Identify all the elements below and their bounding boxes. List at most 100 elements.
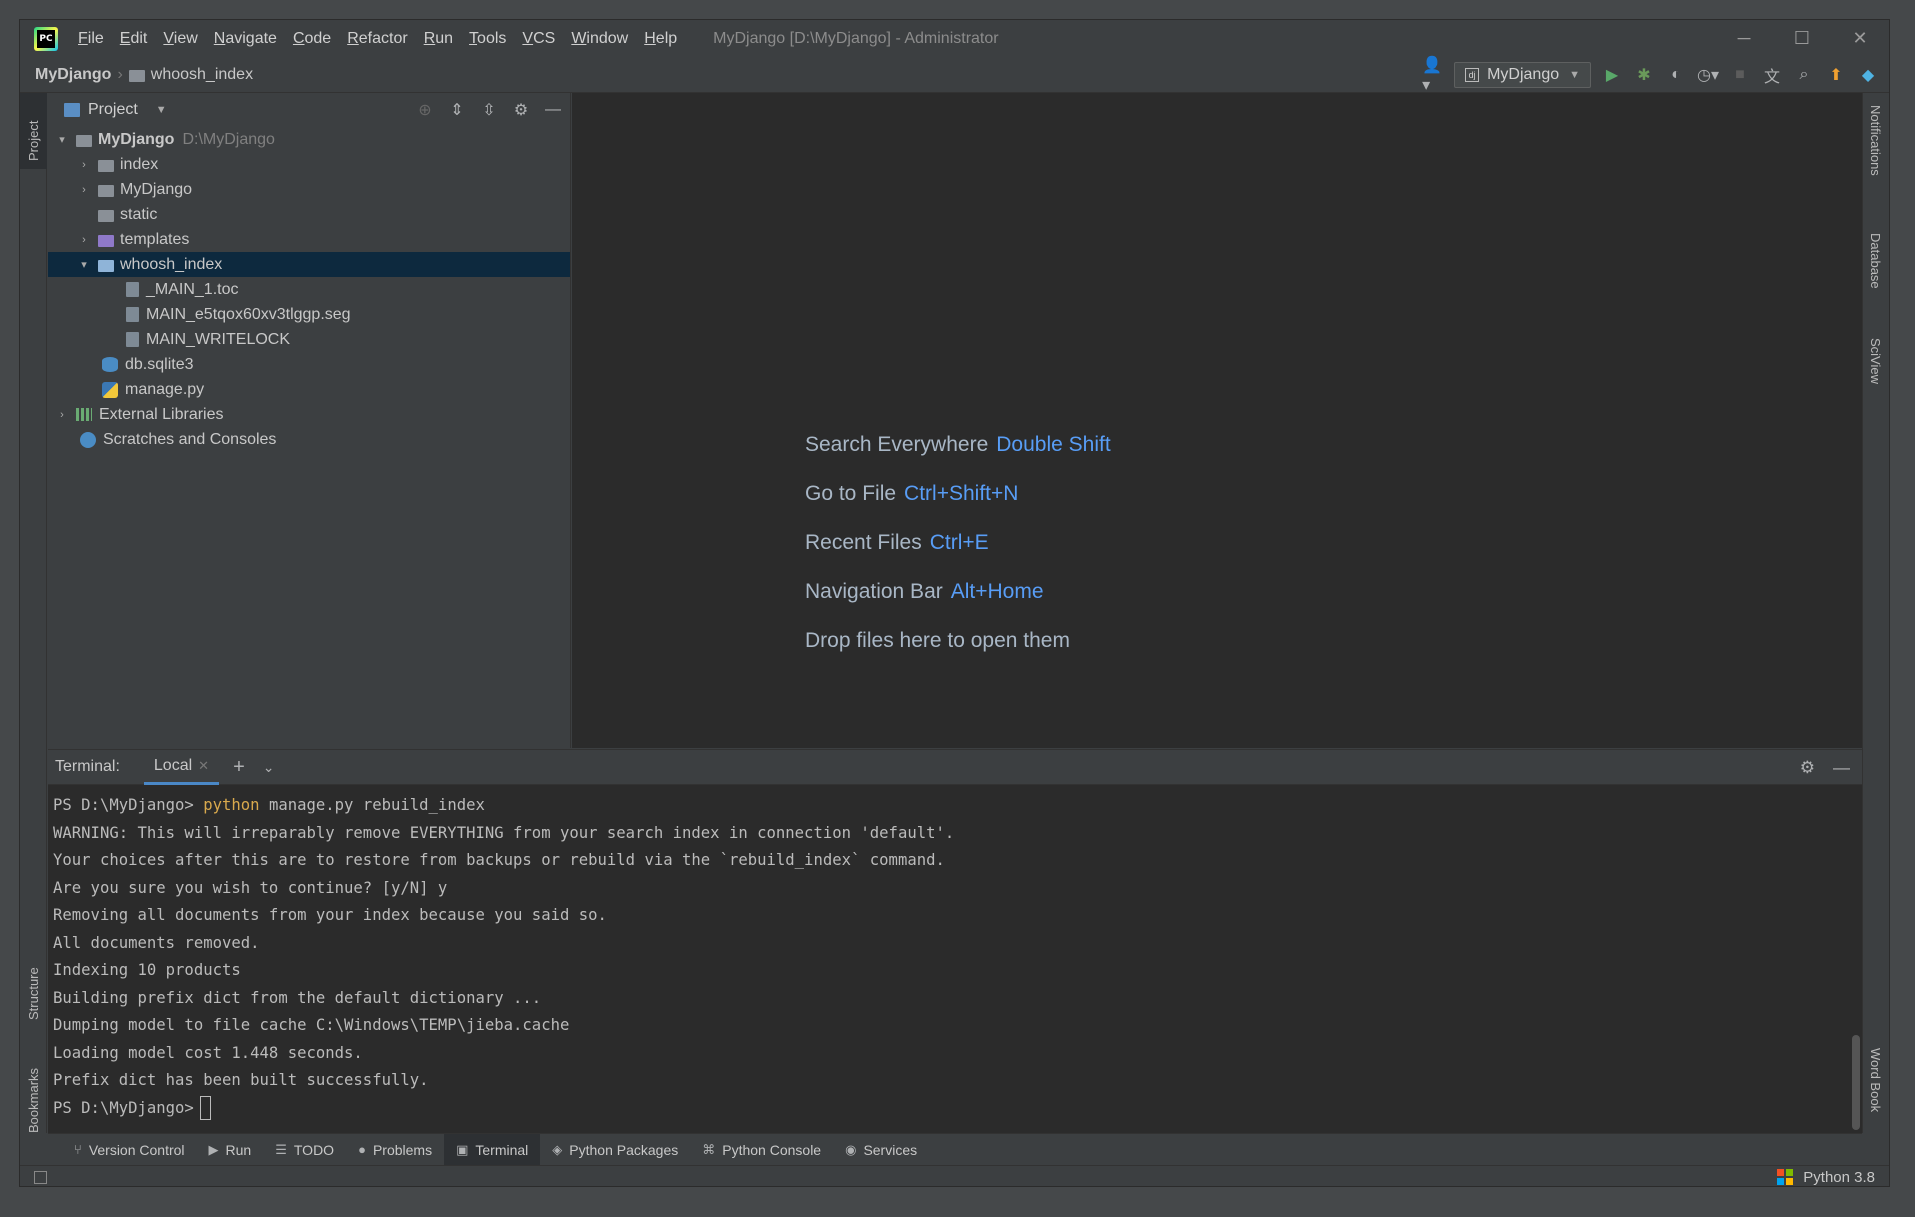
- hint-recent-files: Recent Files Ctrl+E: [805, 531, 1111, 580]
- terminal-output[interactable]: PS D:\MyDjango> python manage.py rebuild…: [48, 785, 1862, 1122]
- chevron-right-icon[interactable]: ›: [76, 159, 92, 171]
- menu-vcs[interactable]: VCS: [514, 30, 563, 48]
- tree-item-index[interactable]: › index: [48, 152, 570, 177]
- tab-terminal[interactable]: ▣ Terminal: [444, 1133, 541, 1166]
- chevron-down-icon[interactable]: ▾: [76, 258, 92, 271]
- menu-refactor[interactable]: Refactor: [339, 30, 415, 48]
- tree-item-templates[interactable]: › templates: [48, 227, 570, 252]
- tree-item-toc[interactable]: _MAIN_1.toc: [48, 277, 570, 302]
- project-tool-button[interactable]: Project: [20, 93, 47, 169]
- minimize-button[interactable]: ─: [1715, 20, 1773, 57]
- tab-label: Python Console: [722, 1141, 822, 1158]
- tab-run[interactable]: ▶ Run: [197, 1134, 264, 1166]
- tree-item-writelock[interactable]: MAIN_WRITELOCK: [48, 327, 570, 352]
- expand-all-icon[interactable]: ⇕: [448, 100, 466, 120]
- tab-services[interactable]: ◉ Services: [833, 1134, 929, 1166]
- menu-view[interactable]: View: [155, 30, 205, 48]
- run-configuration-label: MyDjango: [1487, 66, 1560, 83]
- tree-item-scratches[interactable]: Scratches and Consoles: [48, 427, 570, 452]
- editor-area[interactable]: Search Everywhere Double Shift Go to File…: [572, 93, 1862, 748]
- update-icon[interactable]: ⬆: [1825, 64, 1847, 86]
- tab-version-control[interactable]: ⑂ Version Control: [62, 1134, 197, 1166]
- terminal-line: Your choices after this are to restore f…: [53, 851, 945, 869]
- title-bar: File Edit View Navigate Code Refactor Ru…: [20, 20, 1889, 57]
- tab-python-packages[interactable]: ◈ Python Packages: [540, 1134, 690, 1166]
- structure-tool-label: Structure: [26, 967, 41, 1020]
- terminal-scrollbar[interactable]: [1852, 1035, 1860, 1130]
- collapse-all-icon[interactable]: ⇳: [480, 100, 498, 120]
- menu-code[interactable]: Code: [285, 30, 339, 48]
- hint-label: Recent Files: [805, 531, 922, 554]
- hide-icon[interactable]: —: [544, 101, 562, 119]
- menu-edit[interactable]: Edit: [112, 30, 156, 48]
- tab-todo[interactable]: ☰ TODO: [263, 1134, 346, 1166]
- tree-item-mydjango[interactable]: › MyDjango: [48, 177, 570, 202]
- account-icon[interactable]: 👤▾: [1422, 57, 1444, 94]
- tree-item-label: db.sqlite3: [125, 355, 194, 373]
- menu-tools[interactable]: Tools: [461, 30, 514, 48]
- project-panel-title: Project: [88, 101, 138, 118]
- chevron-right-icon[interactable]: ›: [76, 234, 92, 246]
- chevron-down-icon[interactable]: ▾: [54, 133, 70, 146]
- breadcrumb-project[interactable]: MyDjango: [35, 66, 111, 84]
- menu-run[interactable]: Run: [416, 30, 461, 48]
- tree-item-static[interactable]: static: [48, 202, 570, 227]
- terminal-tools: ⚙ —: [1800, 750, 1850, 785]
- database-tool-button[interactable]: Database: [1862, 233, 1889, 323]
- coverage-icon[interactable]: ◐: [1665, 64, 1687, 86]
- terminal-line: PS D:\MyDjango>: [53, 1095, 1862, 1123]
- chevron-down-icon[interactable]: ⌄: [263, 759, 275, 776]
- tree-item-manage[interactable]: manage.py: [48, 377, 570, 402]
- templates-folder-icon: [98, 234, 114, 247]
- interpreter-widget[interactable]: Python 3.8: [1777, 1169, 1875, 1186]
- close-tab-icon[interactable]: ✕: [198, 758, 209, 774]
- interpreter-label: Python 3.8: [1803, 1168, 1875, 1186]
- search-icon[interactable]: ⌕: [1793, 64, 1815, 86]
- chevron-right-icon[interactable]: ›: [54, 409, 70, 421]
- notifications-tool-label: Notifications: [1868, 105, 1883, 176]
- close-button[interactable]: ✕: [1831, 20, 1889, 57]
- code-with-me-icon[interactable]: ◆: [1857, 64, 1879, 86]
- tab-python-console[interactable]: ⌘ Python Console: [690, 1134, 833, 1166]
- unknown-file-icon: [126, 307, 139, 322]
- tree-item-db[interactable]: db.sqlite3: [48, 352, 570, 377]
- gear-icon[interactable]: ⚙: [512, 100, 530, 120]
- chevron-right-icon[interactable]: ›: [76, 184, 92, 196]
- menu-file[interactable]: File: [70, 30, 112, 48]
- tree-item-whoosh-index[interactable]: ▾ whoosh_index: [48, 252, 570, 277]
- python-file-icon: [102, 381, 118, 398]
- breadcrumb-folder[interactable]: whoosh_index: [151, 66, 253, 84]
- tree-item-label: MAIN_e5tqox60xv3tlggp.seg: [146, 305, 351, 323]
- maximize-button[interactable]: ☐: [1773, 20, 1831, 57]
- run-icon[interactable]: ▶: [1601, 64, 1623, 86]
- debug-icon[interactable]: ✱: [1633, 64, 1655, 86]
- run-configuration-select[interactable]: dj MyDjango ▼: [1454, 62, 1591, 88]
- structure-tool-button[interactable]: Structure: [20, 938, 47, 1020]
- tab-label: Problems: [372, 1141, 433, 1158]
- add-tab-icon[interactable]: +: [233, 756, 245, 779]
- window-title: MyDjango [D:\MyDjango] - Administrator: [713, 29, 999, 47]
- tree-item-external-libraries[interactable]: › External Libraries: [48, 402, 570, 427]
- tree-item-seg[interactable]: MAIN_e5tqox60xv3tlggp.seg: [48, 302, 570, 327]
- hide-icon[interactable]: —: [1833, 758, 1850, 778]
- translate-icon[interactable]: 文: [1761, 64, 1783, 86]
- tab-problems[interactable]: ● Problems: [346, 1134, 444, 1166]
- menu-window[interactable]: Window: [563, 30, 636, 48]
- bookmarks-tool-button[interactable]: Bookmarks: [20, 1038, 47, 1133]
- hint-shortcut: Ctrl+Shift+N: [904, 482, 1019, 505]
- tree-item-root[interactable]: ▾ MyDjango D:\MyDjango: [48, 127, 570, 152]
- menu-help[interactable]: Help: [636, 30, 685, 48]
- profile-icon[interactable]: ◷▾: [1697, 64, 1719, 86]
- chevron-down-icon[interactable]: ▼: [156, 104, 167, 116]
- stop-icon[interactable]: ■: [1729, 64, 1751, 86]
- locate-icon[interactable]: ⊕: [416, 100, 434, 120]
- sciview-tool-button[interactable]: SciView: [1862, 338, 1889, 423]
- package-folder-icon: [98, 159, 114, 172]
- notifications-tool-button[interactable]: Notifications: [1862, 105, 1889, 205]
- menu-navigate[interactable]: Navigate: [206, 30, 285, 48]
- terminal-tab-local[interactable]: Local ✕: [143, 750, 220, 785]
- tree-item-path: D:\MyDjango: [182, 130, 275, 148]
- toggle-tool-windows-icon[interactable]: [34, 1170, 47, 1184]
- wordbook-tool-button[interactable]: Word Book: [1862, 1048, 1889, 1138]
- gear-icon[interactable]: ⚙: [1800, 758, 1815, 778]
